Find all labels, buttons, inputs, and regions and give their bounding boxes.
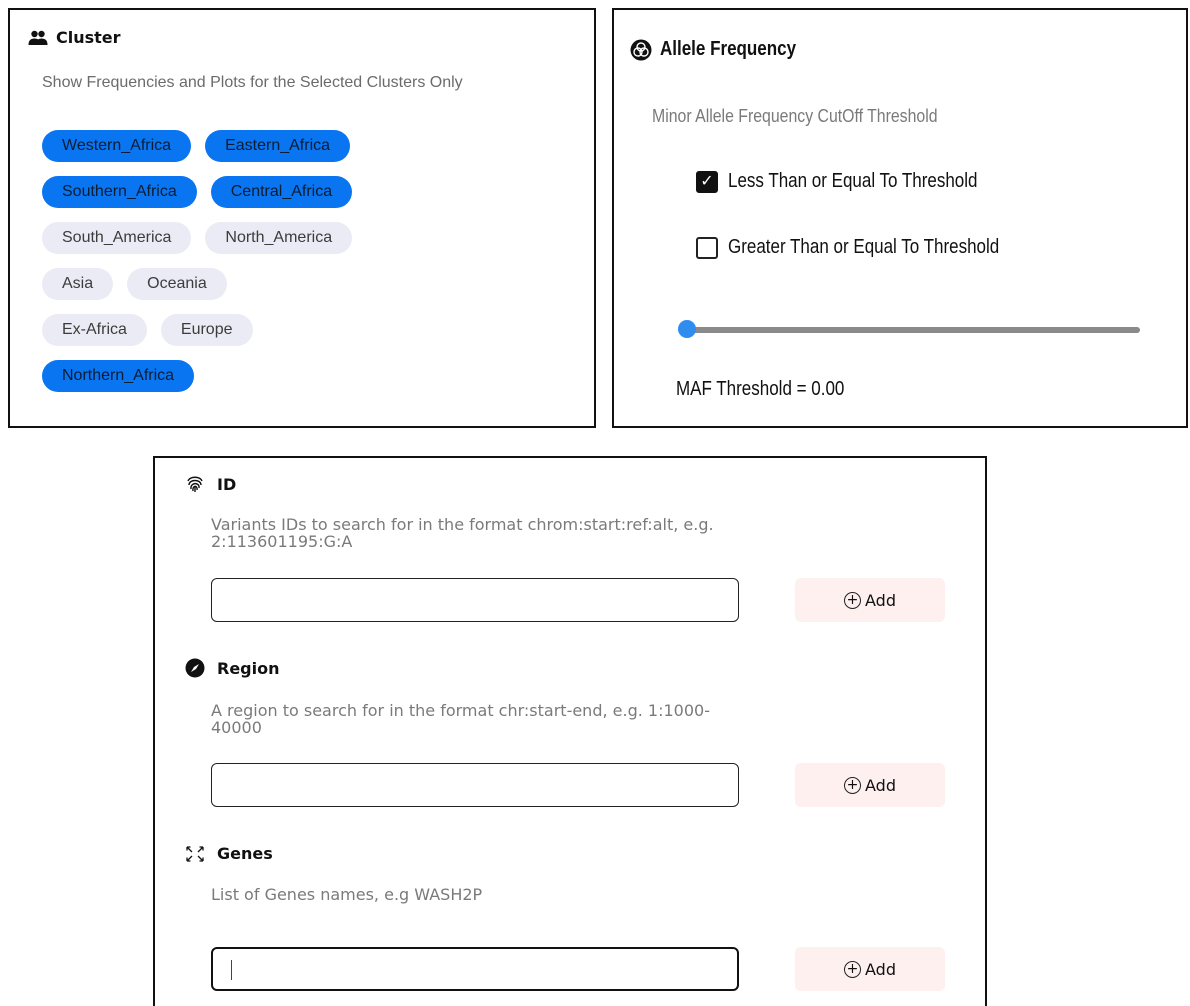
- allele-frequency-panel: Allele Frequency Minor Allele Frequency …: [612, 8, 1188, 428]
- cluster-chip[interactable]: Northern_Africa: [42, 360, 195, 392]
- fingerprint-icon: [187, 476, 203, 492]
- region-add-label: Add: [865, 775, 896, 795]
- cluster-chip-row: Ex-Africa Europe: [42, 314, 582, 360]
- cluster-chip-list: Western_Africa Eastern_Africa Southern_Afr…: [42, 130, 582, 406]
- id-section-header: ID: [185, 474, 236, 494]
- id-desc-line1: Variants IDs to search for in the format…: [211, 515, 714, 534]
- checkbox-greater-equal[interactable]: [696, 236, 718, 259]
- cluster-chip[interactable]: Europe: [160, 314, 253, 346]
- genes-input[interactable]: [211, 947, 739, 991]
- cluster-header: Cluster: [28, 28, 121, 47]
- option-less-than-or-equal[interactable]: ✓ Less Than or Equal To Threshold: [696, 170, 1022, 193]
- region-desc-line1: A region to search for in the format chr…: [211, 701, 710, 720]
- cluster-chip[interactable]: Central_Africa: [210, 176, 353, 208]
- id-section-description: Variants IDs to search for in the format…: [211, 516, 911, 550]
- venn-circles-icon: [630, 39, 652, 60]
- text-caret: [231, 960, 232, 980]
- region-add-button[interactable]: + Add: [795, 763, 945, 807]
- cluster-chip[interactable]: Oceania: [127, 268, 227, 300]
- maf-threshold-value: MAF Threshold = 0.00: [676, 378, 845, 400]
- allele-title: Allele Frequency: [660, 38, 797, 60]
- slider-track[interactable]: [686, 327, 1140, 333]
- id-desc-line2: 2:113601195:G:A: [211, 532, 353, 551]
- cluster-title: Cluster: [56, 28, 121, 47]
- cluster-chip-row: Asia Oceania: [42, 268, 582, 314]
- region-section-title: Region: [217, 658, 280, 678]
- plus-circle-icon: +: [844, 776, 861, 794]
- checkbox-less-equal[interactable]: ✓: [696, 170, 718, 193]
- genes-add-button[interactable]: + Add: [795, 947, 945, 991]
- genes-section-description: List of Genes names, e.g WASH2P: [211, 886, 911, 903]
- slider-thumb[interactable]: [678, 320, 696, 338]
- region-section-header: Region: [185, 658, 280, 678]
- genes-section-header: Genes: [185, 844, 273, 863]
- cluster-chip[interactable]: Western_Africa: [42, 130, 192, 162]
- region-section-description: A region to search for in the format chr…: [211, 702, 911, 736]
- allele-header: Allele Frequency: [630, 38, 820, 61]
- id-add-label: Add: [865, 590, 896, 610]
- cluster-chip[interactable]: Eastern_Africa: [205, 130, 351, 162]
- genes-section-title: Genes: [217, 844, 273, 863]
- cluster-chip[interactable]: Southern_Africa: [42, 176, 197, 208]
- genes-add-label: Add: [865, 959, 896, 979]
- id-input[interactable]: [211, 578, 739, 622]
- plus-circle-icon: +: [844, 591, 861, 609]
- cluster-chip[interactable]: South_America: [42, 222, 192, 254]
- cluster-chip[interactable]: North_America: [205, 222, 353, 254]
- plus-circle-icon: +: [844, 960, 861, 978]
- cluster-chip-row: Western_Africa Eastern_Africa: [42, 130, 582, 176]
- cluster-description: Show Frequencies and Plots for the Selec…: [42, 74, 463, 91]
- search-panel: ID Variants IDs to search for in the for…: [153, 456, 987, 1006]
- cluster-chip-row: Southern_Africa Central_Africa: [42, 176, 582, 222]
- cluster-chip-row: Northern_Africa: [42, 360, 582, 406]
- genes-desc-line1: List of Genes names, e.g WASH2P: [211, 885, 483, 904]
- region-input[interactable]: [211, 763, 739, 807]
- id-section-title: ID: [217, 474, 237, 494]
- cluster-chip[interactable]: Asia: [42, 268, 114, 300]
- compass-icon: [185, 658, 205, 678]
- cluster-panel: Cluster Show Frequencies and Plots for t…: [8, 8, 596, 428]
- region-desc-line2: 40000: [211, 718, 262, 737]
- cluster-chip-row: South_America North_America: [42, 222, 582, 268]
- option-less-equal-label: Less Than or Equal To Threshold: [728, 170, 978, 192]
- users-icon: [28, 30, 48, 45]
- cluster-chip[interactable]: Ex-Africa: [42, 314, 147, 346]
- id-add-button[interactable]: + Add: [795, 578, 945, 622]
- maf-threshold-slider[interactable]: [678, 318, 1140, 342]
- option-greater-equal-label: Greater Than or Equal To Threshold: [728, 236, 1000, 258]
- allele-description: Minor Allele Frequency CutOff Threshold: [652, 106, 938, 126]
- option-greater-than-or-equal[interactable]: Greater Than or Equal To Threshold: [696, 236, 1047, 259]
- expand-arrows-icon: [186, 845, 204, 862]
